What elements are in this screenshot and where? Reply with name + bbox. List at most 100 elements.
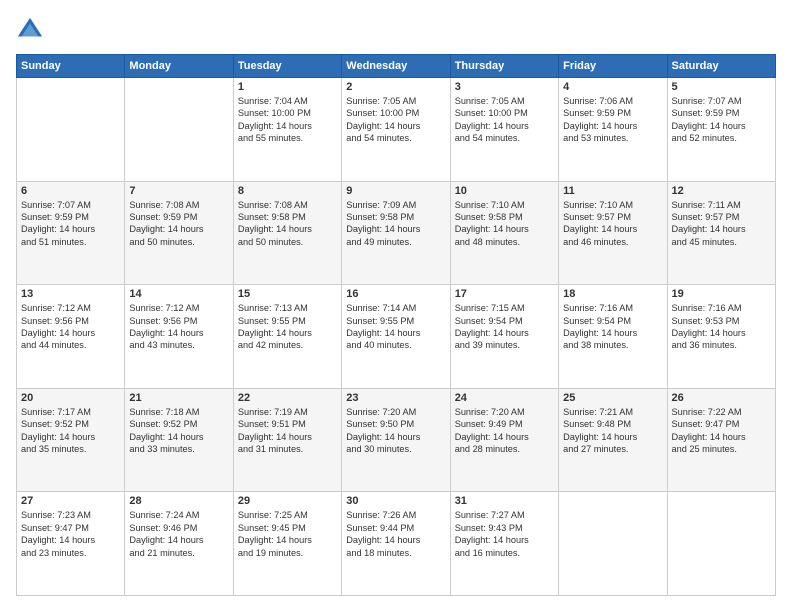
- day-number: 23: [346, 392, 445, 404]
- weekday-header-friday: Friday: [559, 55, 667, 78]
- day-cell: 8Sunrise: 7:08 AM Sunset: 9:58 PM Daylig…: [233, 181, 341, 285]
- day-number: 27: [21, 495, 120, 507]
- weekday-header-sunday: Sunday: [17, 55, 125, 78]
- day-content: Sunrise: 7:17 AM Sunset: 9:52 PM Dayligh…: [21, 406, 120, 456]
- day-number: 3: [455, 81, 554, 93]
- day-cell: 20 Sunrise: 7:17 AM Sunset: 9:52 PM Dayli…: [17, 388, 125, 492]
- day-cell: 5 Sunrise: 7:07 AM Sunset: 9:59 PM Daylig…: [667, 78, 775, 182]
- day-content: Sunrise: 7:20 AM Sunset: 9:50 PM Dayligh…: [346, 406, 445, 456]
- day-content: Sunrise: 7:24 AM Sunset: 9:46 PM Dayligh…: [129, 509, 228, 559]
- weekday-header-wednesday: Wednesday: [342, 55, 450, 78]
- day-cell: 11Sunrise: 7:10 AM Sunset: 9:57 PM Dayli…: [559, 181, 667, 285]
- day-content: Sunrise: 7:22 AM Sunset: 9:47 PM Dayligh…: [672, 406, 771, 456]
- day-content: Sunrise: 7:16 AM Sunset: 9:54 PM Dayligh…: [563, 302, 662, 352]
- day-content: Sunrise: 7:09 AM Sunset: 9:58 PM Dayligh…: [346, 199, 445, 249]
- day-number: 17: [455, 288, 554, 300]
- day-content: Sunrise: 7:06 AM Sunset: 9:59 PM Dayligh…: [563, 95, 662, 145]
- day-content: Sunrise: 7:11 AM Sunset: 9:57 PM Dayligh…: [672, 199, 771, 249]
- day-content: Sunrise: 7:23 AM Sunset: 9:47 PM Dayligh…: [21, 509, 120, 559]
- day-content: Sunrise: 7:14 AM Sunset: 9:55 PM Dayligh…: [346, 302, 445, 352]
- day-cell: 4 Sunrise: 7:06 AM Sunset: 9:59 PM Daylig…: [559, 78, 667, 182]
- day-cell: [667, 492, 775, 596]
- day-content: Sunrise: 7:04 AM Sunset: 10:00 PM Daylig…: [238, 95, 337, 145]
- day-content: Sunrise: 7:21 AM Sunset: 9:48 PM Dayligh…: [563, 406, 662, 456]
- day-cell: 7Sunrise: 7:08 AM Sunset: 9:59 PM Daylig…: [125, 181, 233, 285]
- day-cell: 23 Sunrise: 7:20 AM Sunset: 9:50 PM Dayli…: [342, 388, 450, 492]
- day-number: 1: [238, 81, 337, 93]
- day-cell: 15 Sunrise: 7:13 AM Sunset: 9:55 PM Dayli…: [233, 285, 341, 389]
- day-content: Sunrise: 7:07 AM Sunset: 9:59 PM Dayligh…: [21, 199, 120, 249]
- weekday-header-saturday: Saturday: [667, 55, 775, 78]
- day-cell: [125, 78, 233, 182]
- day-number: 30: [346, 495, 445, 507]
- day-number: 14: [129, 288, 228, 300]
- day-content: Sunrise: 7:05 AM Sunset: 10:00 PM Daylig…: [346, 95, 445, 145]
- day-content: Sunrise: 7:10 AM Sunset: 9:58 PM Dayligh…: [455, 199, 554, 249]
- day-cell: 24Sunrise: 7:20 AM Sunset: 9:49 PM Dayli…: [450, 388, 558, 492]
- logo-icon: [16, 16, 44, 44]
- day-cell: 13 Sunrise: 7:12 AM Sunset: 9:56 PM Dayli…: [17, 285, 125, 389]
- day-number: 26: [672, 392, 771, 404]
- day-cell: 22 Sunrise: 7:19 AM Sunset: 9:51 PM Dayli…: [233, 388, 341, 492]
- day-content: Sunrise: 7:25 AM Sunset: 9:45 PM Dayligh…: [238, 509, 337, 559]
- weekday-header-row: SundayMondayTuesdayWednesdayThursdayFrid…: [17, 55, 776, 78]
- day-cell: 17Sunrise: 7:15 AM Sunset: 9:54 PM Dayli…: [450, 285, 558, 389]
- week-row-4: 20 Sunrise: 7:17 AM Sunset: 9:52 PM Dayli…: [17, 388, 776, 492]
- weekday-header-monday: Monday: [125, 55, 233, 78]
- day-cell: 18 Sunrise: 7:16 AM Sunset: 9:54 PM Dayli…: [559, 285, 667, 389]
- day-cell: [559, 492, 667, 596]
- weekday-header-thursday: Thursday: [450, 55, 558, 78]
- day-number: 19: [672, 288, 771, 300]
- day-number: 18: [563, 288, 662, 300]
- day-number: 6: [21, 185, 120, 197]
- day-number: 10: [455, 185, 554, 197]
- day-number: 16: [346, 288, 445, 300]
- day-content: Sunrise: 7:12 AM Sunset: 9:56 PM Dayligh…: [21, 302, 120, 352]
- day-cell: 27 Sunrise: 7:23 AM Sunset: 9:47 PM Dayli…: [17, 492, 125, 596]
- day-content: Sunrise: 7:07 AM Sunset: 9:59 PM Dayligh…: [672, 95, 771, 145]
- day-number: 29: [238, 495, 337, 507]
- weekday-header-tuesday: Tuesday: [233, 55, 341, 78]
- week-row-5: 27 Sunrise: 7:23 AM Sunset: 9:47 PM Dayli…: [17, 492, 776, 596]
- day-number: 2: [346, 81, 445, 93]
- day-number: 7: [129, 185, 228, 197]
- day-number: 22: [238, 392, 337, 404]
- day-cell: 2 Sunrise: 7:05 AM Sunset: 10:00 PM Dayli…: [342, 78, 450, 182]
- day-number: 20: [21, 392, 120, 404]
- day-cell: 29 Sunrise: 7:25 AM Sunset: 9:45 PM Dayli…: [233, 492, 341, 596]
- day-number: 5: [672, 81, 771, 93]
- day-content: Sunrise: 7:20 AM Sunset: 9:49 PM Dayligh…: [455, 406, 554, 456]
- day-number: 9: [346, 185, 445, 197]
- day-number: 15: [238, 288, 337, 300]
- day-content: Sunrise: 7:19 AM Sunset: 9:51 PM Dayligh…: [238, 406, 337, 456]
- day-cell: 26 Sunrise: 7:22 AM Sunset: 9:47 PM Dayli…: [667, 388, 775, 492]
- day-cell: 12 Sunrise: 7:11 AM Sunset: 9:57 PM Dayli…: [667, 181, 775, 285]
- day-number: 8: [238, 185, 337, 197]
- day-number: 31: [455, 495, 554, 507]
- logo: [16, 16, 48, 44]
- day-cell: 10 Sunrise: 7:10 AM Sunset: 9:58 PM Dayli…: [450, 181, 558, 285]
- page: SundayMondayTuesdayWednesdayThursdayFrid…: [0, 0, 792, 612]
- day-content: Sunrise: 7:27 AM Sunset: 9:43 PM Dayligh…: [455, 509, 554, 559]
- day-number: 4: [563, 81, 662, 93]
- day-cell: 30 Sunrise: 7:26 AM Sunset: 9:44 PM Dayli…: [342, 492, 450, 596]
- week-row-3: 13 Sunrise: 7:12 AM Sunset: 9:56 PM Dayli…: [17, 285, 776, 389]
- day-cell: 14 Sunrise: 7:12 AM Sunset: 9:56 PM Dayli…: [125, 285, 233, 389]
- day-cell: 28 Sunrise: 7:24 AM Sunset: 9:46 PM Dayli…: [125, 492, 233, 596]
- day-number: 25: [563, 392, 662, 404]
- day-cell: 21Sunrise: 7:18 AM Sunset: 9:52 PM Dayli…: [125, 388, 233, 492]
- day-cell: 25 Sunrise: 7:21 AM Sunset: 9:48 PM Dayli…: [559, 388, 667, 492]
- day-number: 13: [21, 288, 120, 300]
- day-cell: 3Sunrise: 7:05 AM Sunset: 10:00 PM Dayli…: [450, 78, 558, 182]
- day-cell: 16 Sunrise: 7:14 AM Sunset: 9:55 PM Dayli…: [342, 285, 450, 389]
- day-number: 11: [563, 185, 662, 197]
- day-number: 28: [129, 495, 228, 507]
- day-content: Sunrise: 7:13 AM Sunset: 9:55 PM Dayligh…: [238, 302, 337, 352]
- day-content: Sunrise: 7:12 AM Sunset: 9:56 PM Dayligh…: [129, 302, 228, 352]
- week-row-1: 1 Sunrise: 7:04 AM Sunset: 10:00 PM Dayli…: [17, 78, 776, 182]
- day-content: Sunrise: 7:26 AM Sunset: 9:44 PM Dayligh…: [346, 509, 445, 559]
- day-cell: 9 Sunrise: 7:09 AM Sunset: 9:58 PM Daylig…: [342, 181, 450, 285]
- day-cell: 19Sunrise: 7:16 AM Sunset: 9:53 PM Dayli…: [667, 285, 775, 389]
- day-cell: 1 Sunrise: 7:04 AM Sunset: 10:00 PM Dayli…: [233, 78, 341, 182]
- day-number: 12: [672, 185, 771, 197]
